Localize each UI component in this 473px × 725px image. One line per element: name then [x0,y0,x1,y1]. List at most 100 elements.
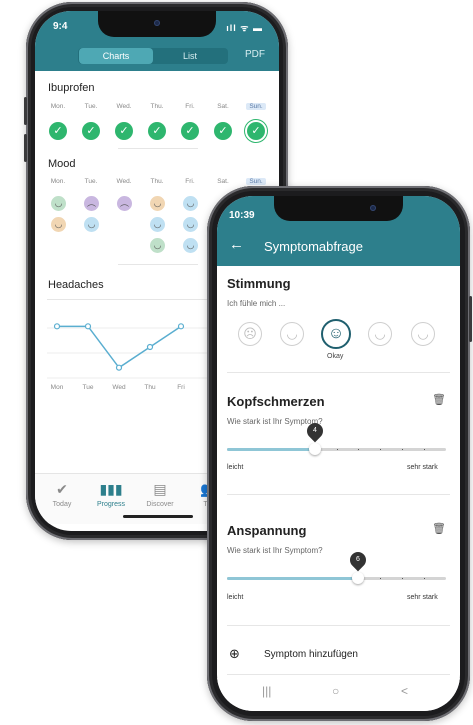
slider-value: 6 [356,556,360,563]
tab-label: Today [52,501,72,508]
x-tick-label: Thu [144,384,156,391]
day-label-today: Sun. [246,103,266,110]
slider-fill [227,577,358,580]
section-title-anspannung: Anspannung [227,523,307,538]
day-label: Wed. [116,103,132,110]
volume-button [24,97,27,125]
trash-icon[interactable]: 🗑 [432,522,446,535]
day-label: Tue. [84,103,98,110]
mood-face-icon: ︵ [117,196,132,211]
section-title-stimmung: Stimmung [227,276,291,291]
bar-chart-icon: ▮▮▮ [99,481,123,497]
add-circle-icon[interactable]: ⊕ [229,646,240,662]
scale-max-label: sehr stark [407,464,438,471]
day-label: Fri. [185,103,195,110]
mood-face-icon: ◡ [183,196,198,211]
notch [98,11,216,37]
back-icon[interactable]: < [401,684,408,698]
mood-face-icon: ◡ [150,217,165,232]
tab-label: Progress [96,501,125,508]
day-labels: Mon. Tue. Wed. Thu. Fri. Sat. Sun. [48,178,266,188]
camera [370,205,376,211]
data-point [115,364,123,371]
section-title-headaches: Headaches [48,279,104,291]
slider-value-pin: 6 [346,548,370,572]
check-icon-today[interactable]: ✓ [247,122,265,140]
data-point [53,323,61,330]
slider-tick [424,578,425,579]
slider-tick [402,449,403,450]
recent-apps-icon[interactable]: ||| [262,684,271,698]
section-title-ibuprofen: Ibuprofen [48,82,95,94]
check-icon[interactable]: ✓ [49,122,67,140]
data-point [146,343,154,351]
divider [227,494,450,495]
day-label: Sat. [217,103,229,110]
tab-list[interactable]: List [153,48,227,64]
page-title: Symptomabfrage [264,239,363,254]
slider-tick [337,449,338,450]
trash-icon[interactable]: 🗑 [432,393,446,406]
tab-progress[interactable]: ▮▮▮ Progress [87,480,135,508]
mood-face-icon: ◡ [183,238,198,253]
check-icon[interactable]: ✓ [214,122,232,140]
data-point [84,323,92,330]
stimmung-subtitle: Ich fühle mich ... [227,299,286,308]
mood-okay-icon[interactable]: ☺ [321,319,351,349]
slider-tick [402,578,403,579]
status-icons: ıll ᯤ ▬ [226,23,263,33]
slider-tick [380,449,381,450]
mood-face-icon: ◡ [150,238,165,253]
mood-good-icon[interactable]: ◡ [368,322,392,346]
tab-label: Discover [146,501,174,508]
divider [227,674,450,675]
x-tick-label: Fri [177,384,185,391]
mood-face-icon: ◡ [51,196,66,211]
mood-face-icon: ︵ [84,196,99,211]
slider-tick [358,449,359,450]
check-icon[interactable]: ✓ [82,122,100,140]
home-indicator [123,515,193,518]
section-title-mood: Mood [48,158,76,170]
day-label: Thu. [150,103,164,110]
slider-fill [227,448,315,451]
section-title-kopfschmerzen: Kopfschmerzen [227,394,325,409]
tab-charts[interactable]: Charts [79,48,153,64]
check-icon[interactable]: ✓ [181,122,199,140]
day-label: Mon. [50,103,66,110]
divider [118,264,198,265]
mood-bad-icon[interactable]: ◡ [280,322,304,346]
x-tick-label: Tue [82,384,94,391]
kopfschmerzen-slider[interactable]: 4 [227,419,446,455]
home-icon[interactable]: ○ [332,684,339,698]
divider [227,625,450,626]
mood-face-icon: ◡ [150,196,165,211]
series-line [57,325,182,369]
slider-value-pin: 4 [303,419,327,443]
day-label: Sat. [217,178,229,185]
check-icon[interactable]: ✓ [115,122,133,140]
tab-discover[interactable]: ▤ Discover [136,480,184,508]
volume-button [24,134,27,162]
anspannung-slider[interactable]: 6 [227,548,446,584]
slider-thumb[interactable] [352,572,364,584]
phone-symptoms: 10:39 ← Symptomabfrage Stimmung Ich fühl… [207,186,472,721]
back-arrow-icon[interactable]: ← [229,236,244,253]
scale-max-label: sehr stark [407,594,438,601]
mood-very-good-icon[interactable]: ◡ [411,322,435,346]
notch [274,196,403,221]
x-tick-label: Wed [112,384,126,391]
check-icon[interactable]: ✓ [148,122,166,140]
slider-tick [424,449,425,450]
mood-very-bad-icon[interactable]: ☹ [238,322,262,346]
add-symptom-button[interactable]: Symptom hinzufügen [264,649,358,660]
divider [118,148,198,149]
slider-value: 4 [313,427,317,434]
slider-thumb[interactable] [309,443,321,455]
mood-face-icon: ◡ [51,217,66,232]
slider-tick [380,578,381,579]
android-nav-bar: ||| ○ < [217,678,460,711]
tab-today[interactable]: ✔ Today [38,480,86,508]
day-label: Fri. [185,178,195,185]
pdf-button[interactable]: PDF [245,49,265,60]
